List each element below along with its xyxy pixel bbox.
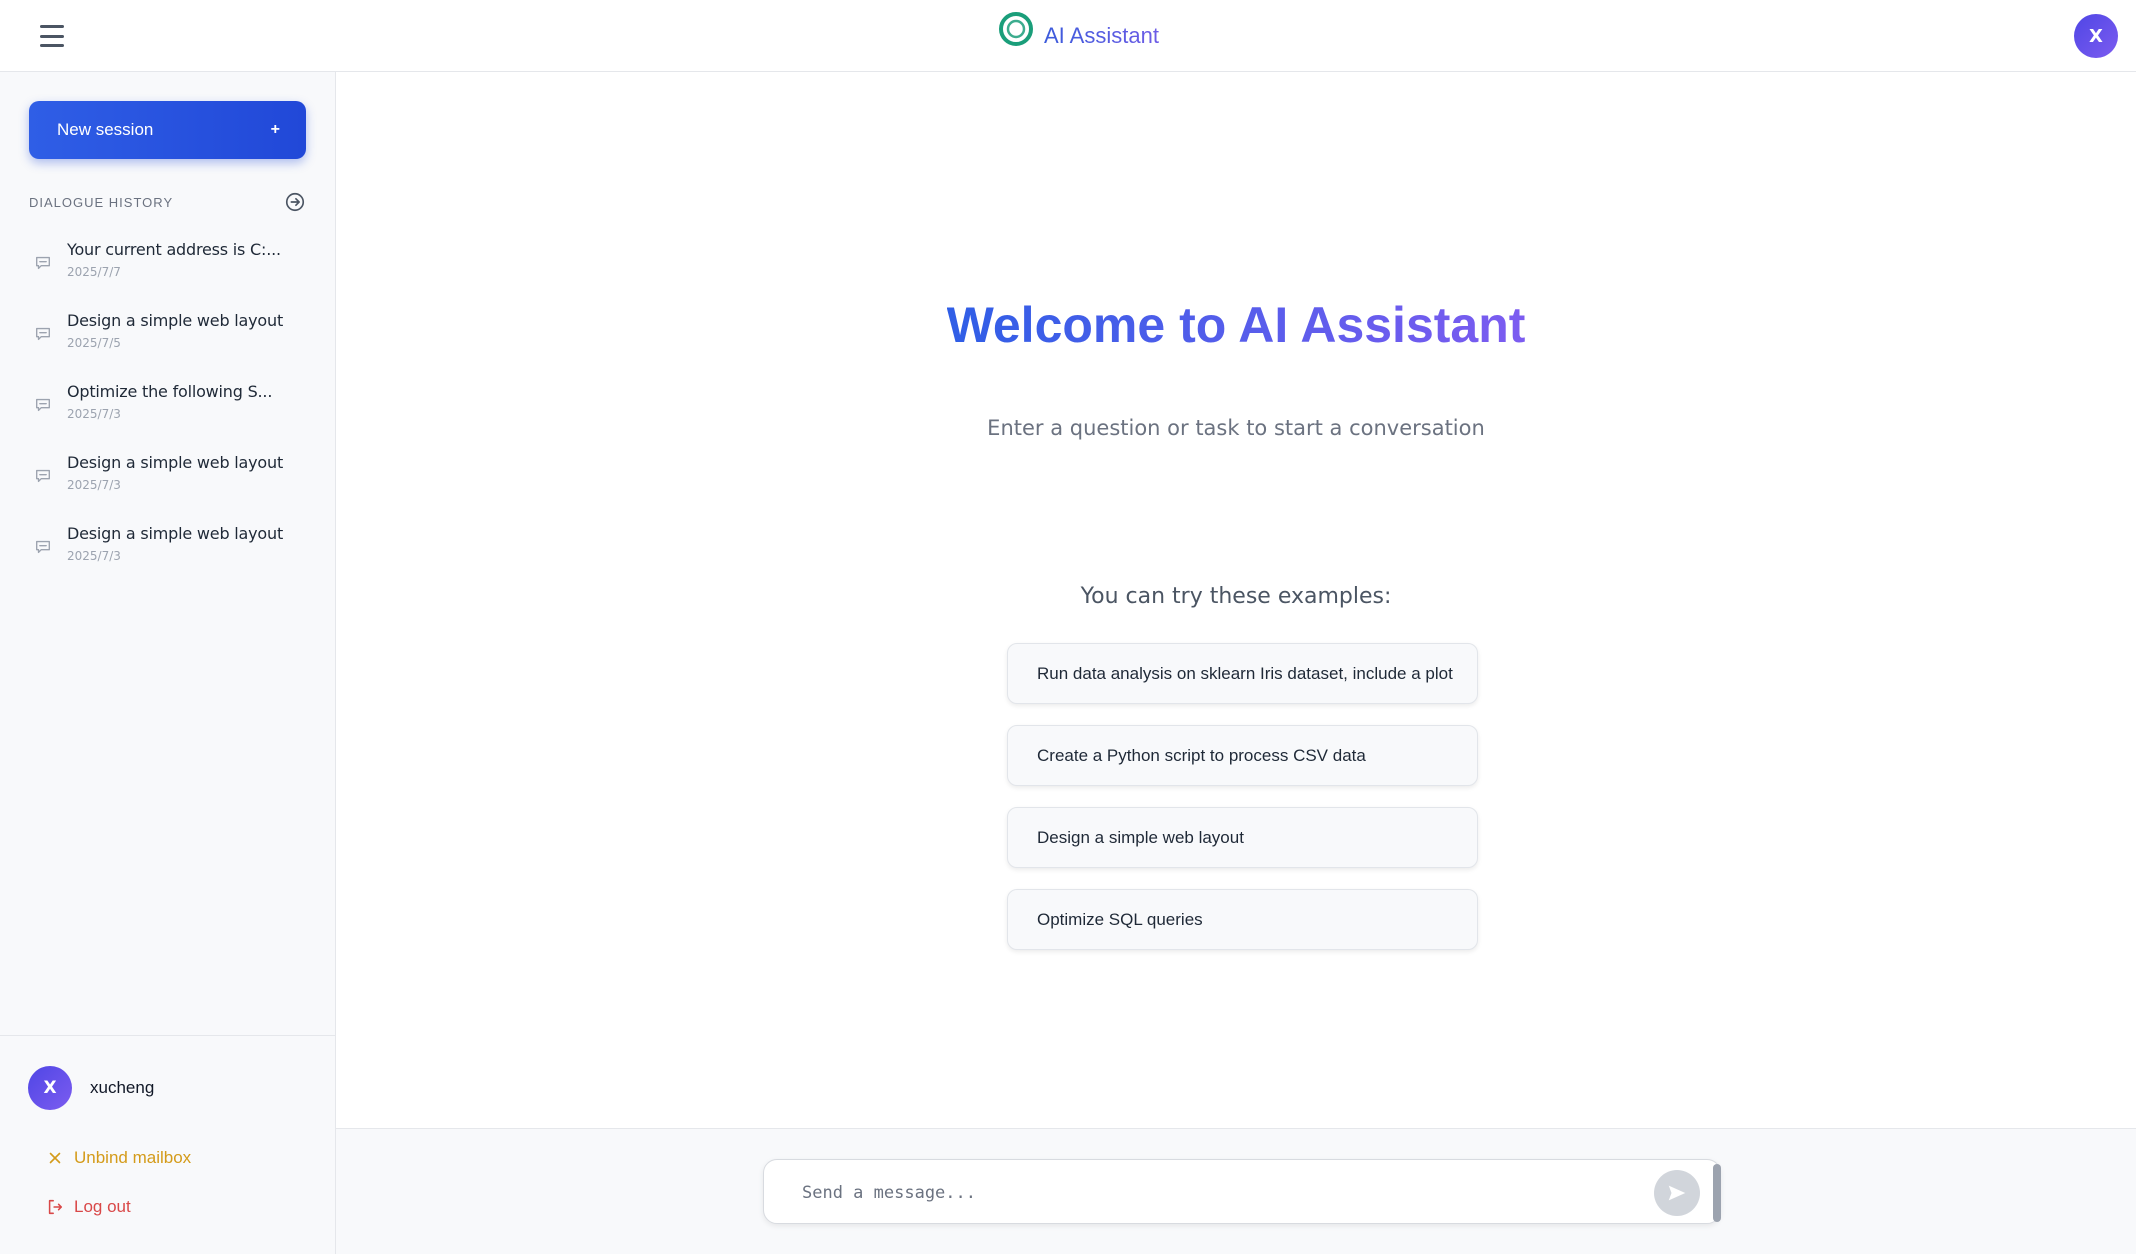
chat-bubble-icon (36, 256, 50, 270)
close-icon (49, 1152, 61, 1164)
example-prompt-button[interactable]: Create a Python script to process CSV da… (1007, 725, 1478, 786)
history-item-title: Optimize the following S... (67, 382, 273, 401)
logout-label: Log out (74, 1197, 131, 1216)
main-content: Welcome to AI Assistant Enter a question… (336, 72, 2136, 1128)
top-bar: AI Assistant X (0, 0, 2136, 72)
example-prompt-button[interactable]: Design a simple web layout (1007, 807, 1478, 868)
logout-icon (48, 1199, 63, 1215)
plus-icon: + (270, 121, 280, 138)
history-item-title: Design a simple web layout (67, 524, 284, 543)
send-button[interactable] (1654, 1170, 1700, 1216)
ring-logo-icon (999, 12, 1033, 46)
hamburger-menu-icon[interactable] (36, 22, 68, 50)
avatar: X (28, 1066, 72, 1110)
chat-bubble-icon (36, 540, 50, 554)
history-item-title: Design a simple web layout (67, 311, 284, 330)
send-icon (1668, 1185, 1686, 1201)
example-prompt-button[interactable]: Optimize SQL queries (1007, 889, 1478, 950)
app-title: AI Assistant (1044, 23, 1159, 48)
history-item[interactable]: Design a simple web layout 2025/7/3 (0, 516, 336, 587)
chat-bubble-icon (36, 327, 50, 341)
history-header: DIALOGUE HISTORY (29, 190, 306, 214)
unbind-mailbox-button[interactable]: Unbind mailbox (46, 1148, 191, 1168)
sidebar: New session + DIALOGUE HISTORY Your curr… (0, 72, 336, 1254)
welcome-subtitle: Enter a question or task to start a conv… (987, 416, 1485, 440)
brand: AI Assistant (996, 4, 1159, 68)
welcome-title-text: Welcome to AI Assistant (946, 297, 1526, 353)
history-list: Your current address is C:... 2025/7/7 D… (0, 232, 336, 587)
user-name: xucheng (90, 1078, 155, 1097)
user-profile[interactable]: X xucheng (28, 1066, 154, 1110)
arrow-right-circle-icon[interactable] (284, 191, 306, 213)
sidebar-footer: X xucheng Unbind mailbox Log out (0, 1035, 336, 1254)
chat-bubble-icon (36, 398, 50, 412)
logout-button[interactable]: Log out (46, 1197, 131, 1217)
history-item[interactable]: Optimize the following S... 2025/7/3 (0, 374, 336, 445)
welcome-title: Welcome to AI Assistant (336, 296, 2136, 354)
history-item-title: Design a simple web layout (67, 453, 284, 472)
examples-list: Run data analysis on sklearn Iris datase… (1007, 643, 1478, 971)
history-item[interactable]: Design a simple web layout 2025/7/3 (0, 445, 336, 516)
composer-bar (336, 1128, 2136, 1254)
user-avatar-top[interactable]: X (2074, 14, 2118, 58)
history-title: DIALOGUE HISTORY (29, 194, 174, 210)
history-item-title: Your current address is C:... (67, 240, 281, 259)
examples-title: You can try these examples: (1080, 584, 1392, 609)
example-prompt-button[interactable]: Run data analysis on sklearn Iris datase… (1007, 643, 1478, 704)
history-item[interactable]: Your current address is C:... 2025/7/7 (0, 232, 336, 303)
new-session-button[interactable]: New session + (29, 101, 306, 159)
history-item-date: 2025/7/3 (67, 549, 121, 563)
new-session-label: New session (57, 120, 154, 139)
unbind-mailbox-label: Unbind mailbox (74, 1148, 192, 1167)
chat-bubble-icon (36, 469, 50, 483)
composer-scrollbar[interactable] (1713, 1164, 1721, 1222)
history-item-date: 2025/7/7 (67, 265, 121, 279)
message-input[interactable] (802, 1178, 1632, 1208)
history-item-date: 2025/7/3 (67, 478, 121, 492)
history-item[interactable]: Design a simple web layout 2025/7/5 (0, 303, 336, 374)
history-item-date: 2025/7/5 (67, 336, 121, 350)
history-item-date: 2025/7/3 (67, 407, 121, 421)
message-composer (763, 1159, 1721, 1224)
